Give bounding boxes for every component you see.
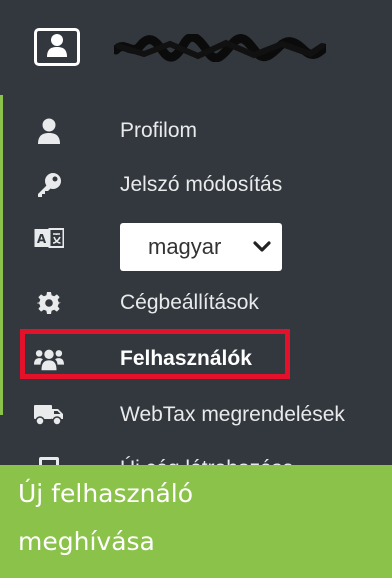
sidebar-menu: Profilom Jelszó módosítás A magyar Cégbe…: [0, 95, 392, 481]
sidebar-item-label: Cégbeállítások: [120, 291, 259, 314]
sidebar-item-label: Profilom: [120, 119, 198, 142]
active-accent-bar: [0, 95, 3, 415]
banner-text-line-2: meghívása: [18, 527, 155, 556]
language-icon: A: [34, 223, 64, 253]
key-icon: [34, 170, 64, 200]
sidebar-item-profile[interactable]: Profilom: [0, 103, 392, 159]
language-select-value: magyar: [148, 234, 222, 259]
user-icon: [46, 33, 68, 61]
banner-text-line-1: Új felhasználó: [18, 479, 194, 508]
sidebar-item-webtax-orders[interactable]: WebTax megrendelések: [0, 387, 392, 443]
screenshot-frame: ████████████ Profilom Jelszó módosítás: [0, 0, 392, 578]
user-icon: [34, 116, 64, 146]
annotation-highlight-box: [20, 329, 290, 379]
sidebar-item-language: A magyar: [0, 213, 392, 277]
account-header: ████████████: [0, 0, 392, 95]
sidebar-item-change-password[interactable]: Jelszó módosítás: [0, 157, 392, 213]
invite-user-banner[interactable]: Új felhasználó meghívása: [0, 465, 392, 578]
sidebar-item-label: Jelszó módosítás: [120, 173, 283, 196]
sidebar-item-company-settings[interactable]: Cégbeállítások: [0, 275, 392, 331]
user-account-button[interactable]: [34, 28, 80, 66]
user-name-redacted: ████████████: [114, 34, 326, 62]
gear-icon: [34, 288, 64, 318]
truck-icon: [34, 400, 64, 430]
svg-text:A: A: [37, 232, 47, 246]
language-select[interactable]: magyar: [120, 223, 282, 271]
sidebar-item-label: WebTax megrendelések: [120, 403, 345, 426]
chevron-down-icon: [252, 237, 272, 257]
